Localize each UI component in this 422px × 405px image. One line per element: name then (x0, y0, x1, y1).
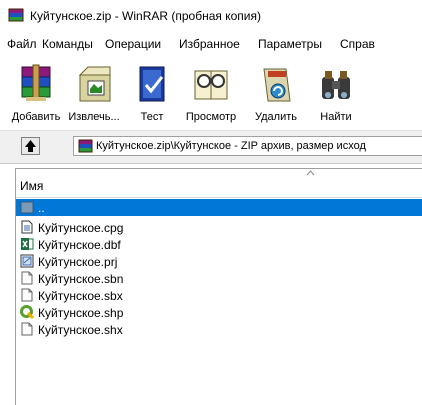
text-file-icon (21, 220, 33, 234)
menu-bar: Файл Команды Операции Избранное Параметр… (0, 31, 422, 57)
menu-file[interactable]: Файл (7, 37, 37, 51)
list-item[interactable]: Куйтунское.cpg (16, 219, 422, 236)
delete-icon (263, 68, 291, 102)
menu-help[interactable]: Справ (340, 37, 375, 51)
binoculars-icon (322, 71, 350, 99)
file-name: .. (38, 201, 45, 215)
menu-operations[interactable]: Операции (105, 37, 161, 51)
test-label: Тест (140, 111, 164, 123)
winrar-icon (8, 8, 24, 22)
file-name: Куйтунское.shp (38, 306, 124, 320)
find-button[interactable]: Найти (310, 59, 362, 127)
test-button[interactable]: Тест (124, 59, 180, 127)
list-item[interactable]: Куйтунское.prj (16, 253, 422, 270)
file-name: Куйтунское.sbn (38, 272, 124, 286)
list-item[interactable]: Куйтунское.sbx (16, 287, 422, 304)
folder-up-icon (20, 201, 34, 214)
file-name: Куйтунское.sbx (38, 289, 123, 303)
blank-file-icon (21, 322, 33, 336)
list-item[interactable]: Куйтунское.dbf (16, 236, 422, 253)
extract-button[interactable]: Извлечь... (66, 59, 122, 127)
find-label: Найти (320, 111, 352, 123)
add-label: Добавить (11, 111, 61, 123)
delete-button[interactable]: Удалить (244, 59, 308, 127)
file-name: Куйтунское.dbf (38, 238, 121, 252)
add-archive-icon (21, 64, 51, 101)
excel-file-icon (21, 238, 34, 250)
sort-arrow-icon (306, 170, 315, 176)
view-icon (194, 70, 228, 100)
archive-icon (78, 139, 93, 153)
delete-label: Удалить (255, 111, 297, 123)
blank-file-icon (21, 271, 33, 285)
menu-commands[interactable]: Команды (42, 37, 93, 51)
toolbar: Добавить Извлечь... Тест Просмотр Удалит… (0, 57, 422, 131)
list-item[interactable]: Куйтунское.shx (16, 321, 422, 338)
column-name-label: Имя (20, 179, 44, 193)
blank-file-icon (21, 288, 33, 302)
up-folder-button[interactable] (21, 137, 40, 155)
qgis-file-icon (20, 305, 34, 319)
extract-label: Извлечь... (68, 111, 120, 123)
address-field[interactable]: Куйтунское.zip\Куйтунское - ZIP архив, р… (73, 136, 422, 156)
view-button[interactable]: Просмотр (178, 59, 244, 127)
menu-favorites[interactable]: Избранное (179, 37, 240, 51)
menu-options[interactable]: Параметры (258, 37, 322, 51)
title-bar: Куйтунское.zip - WinRAR (пробная копия) (0, 0, 422, 31)
window-title: Куйтунское.zip - WinRAR (пробная копия) (30, 9, 261, 23)
file-name: Куйтунское.cpg (38, 221, 124, 235)
address-bar: Куйтунское.zip\Куйтунское - ZIP архив, р… (0, 131, 422, 164)
add-button[interactable]: Добавить (4, 59, 68, 127)
archive-path: Куйтунское.zip\Куйтунское - ZIP архив, р… (96, 140, 366, 152)
list-item-parent[interactable]: .. (16, 199, 422, 216)
file-list: Имя .. Куйтунское.cpg Куйтунское.dbf Куй… (15, 168, 422, 405)
extract-icon (78, 66, 111, 102)
file-name: Куйтунское.shx (38, 323, 123, 337)
column-header-name[interactable]: Имя (16, 169, 422, 198)
list-item[interactable]: Куйтунское.sbn (16, 270, 422, 287)
test-icon (139, 66, 165, 102)
list-item[interactable]: Куйтунское.shp (16, 304, 422, 321)
arrow-up-icon (25, 140, 36, 152)
prj-file-icon (20, 254, 34, 268)
file-name: Куйтунское.prj (38, 255, 118, 269)
view-label: Просмотр (185, 111, 237, 123)
